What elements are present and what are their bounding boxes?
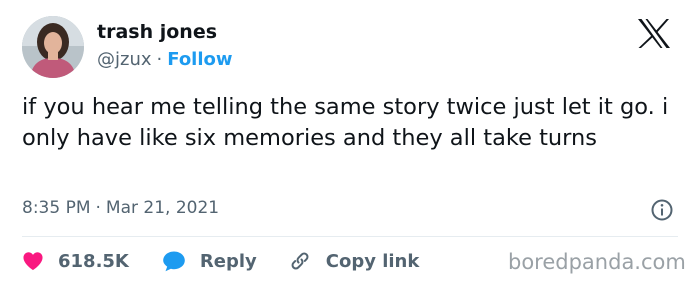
handle-separator: · [156, 49, 163, 70]
link-icon [291, 252, 309, 270]
reply-label: Reply [199, 250, 257, 272]
action-bar: 618.5K Reply Copy link [22, 248, 419, 274]
avatar[interactable] [22, 16, 84, 78]
tweet-date: Mar 21, 2021 [105, 198, 220, 218]
divider [22, 236, 678, 237]
watermark: boredpanda.com [508, 250, 686, 274]
follow-button[interactable]: Follow [167, 49, 232, 70]
copy-link-button[interactable]: Copy link [288, 249, 420, 273]
author-handle[interactable]: @jzux [97, 49, 152, 70]
info-icon[interactable] [650, 198, 674, 222]
timestamp-separator: · [95, 198, 101, 218]
author-name[interactable]: trash jones [97, 21, 217, 43]
tweet-text: if you hear me telling the same story tw… [22, 94, 669, 151]
like-button[interactable]: 618.5K [22, 251, 129, 272]
tweet-timestamp[interactable]: 8:35 PM · Mar 21, 2021 [22, 198, 219, 218]
x-logo-icon[interactable] [637, 18, 671, 49]
heart-icon [23, 252, 43, 271]
reply-bubble-icon [163, 251, 185, 272]
reply-button[interactable]: Reply [162, 250, 257, 272]
copy-link-label: Copy link [325, 250, 420, 272]
author-handle-row: @jzux · Follow [97, 49, 233, 70]
like-count: 618.5K [58, 250, 129, 272]
avatar-photo [22, 16, 84, 78]
tweet-time: 8:35 PM [22, 198, 91, 218]
